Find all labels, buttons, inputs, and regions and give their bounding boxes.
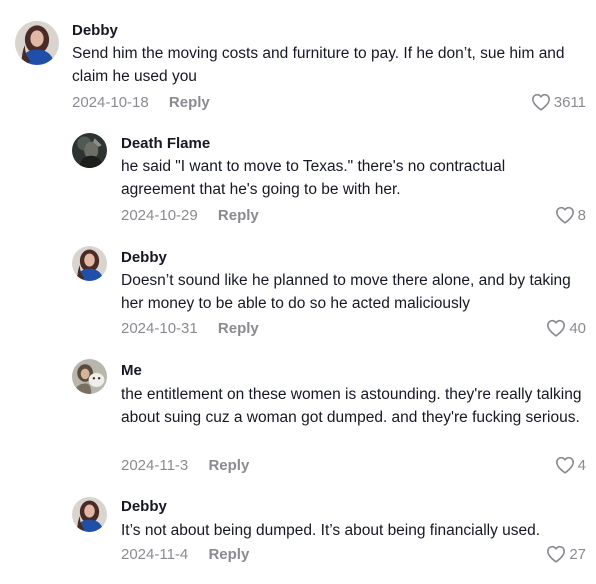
comment-username[interactable]: Debby xyxy=(121,498,167,515)
like-count: 4 xyxy=(577,456,586,474)
reply-button[interactable]: Reply xyxy=(169,94,210,111)
avatar-woman-blue-icon xyxy=(72,246,107,281)
comment-date: 2024-11-3 xyxy=(121,457,189,474)
comment-text: It’s not about being dumped. It’s about … xyxy=(121,522,541,539)
avatar-woman-blue-icon xyxy=(72,497,107,532)
like-count: 8 xyxy=(577,206,586,224)
comment-date: 2024-10-29 xyxy=(121,207,198,224)
avatar[interactable] xyxy=(15,21,59,65)
comment-reply: Debby Doesn’t sound like he planned to m… xyxy=(0,233,596,348)
heart-outline-icon xyxy=(546,545,566,563)
avatar-pet-photo-icon xyxy=(72,359,107,394)
comment: Debby Send him the moving costs and furn… xyxy=(0,0,596,118)
avatar[interactable] xyxy=(72,497,107,532)
comment-reply: Death Flame he said "I want to move to T… xyxy=(0,118,596,233)
comment-text: Doesn’t sound like he planned to move th… xyxy=(121,272,571,312)
reply-button[interactable]: Reply xyxy=(208,457,249,474)
avatar-dark-figure-icon xyxy=(72,133,107,168)
comment-text: he said "I want to move to Texas." there… xyxy=(121,158,506,198)
heart-outline-icon xyxy=(555,206,575,224)
comment-reply: Debby It’s not about being dumped. It’s … xyxy=(0,488,596,584)
avatar[interactable] xyxy=(72,246,107,281)
reply-button[interactable]: Reply xyxy=(218,320,259,337)
like-button[interactable]: 8 xyxy=(555,206,586,224)
comment-meta: 2024-10-31 Reply xyxy=(121,320,259,337)
comment-meta: 2024-10-29 Reply xyxy=(121,207,259,224)
like-count: 40 xyxy=(569,319,586,337)
comment-date: 2024-10-31 xyxy=(121,320,198,337)
heart-outline-icon xyxy=(531,93,551,111)
comment-username[interactable]: Debby xyxy=(121,249,167,266)
avatar[interactable] xyxy=(72,359,107,394)
like-count: 27 xyxy=(569,545,586,563)
comment-text: the entitlement on these women is astoun… xyxy=(121,386,582,426)
avatar-woman-blue-icon xyxy=(15,21,59,65)
comment-date: 2024-10-18 xyxy=(72,94,149,111)
reply-button[interactable]: Reply xyxy=(208,546,249,563)
like-button[interactable]: 40 xyxy=(546,319,586,337)
reply-button[interactable]: Reply xyxy=(218,207,259,224)
comment-text: Send him the moving costs and furniture … xyxy=(72,45,565,85)
avatar[interactable] xyxy=(72,133,107,168)
comment-date: 2024-11-4 xyxy=(121,546,189,563)
comment-reply: Me the entitlement on these women is ast… xyxy=(0,348,596,488)
heart-outline-icon xyxy=(546,319,566,337)
like-button[interactable]: 3611 xyxy=(531,93,586,111)
comment-username[interactable]: Death Flame xyxy=(121,135,210,152)
like-button[interactable]: 4 xyxy=(555,456,586,474)
heart-outline-icon xyxy=(555,456,575,474)
like-count: 3611 xyxy=(553,93,586,111)
like-button[interactable]: 27 xyxy=(546,545,586,563)
comment-username[interactable]: Me xyxy=(121,362,142,379)
comment-meta: 2024-11-3 Reply xyxy=(121,457,249,474)
comment-username[interactable]: Debby xyxy=(72,22,118,39)
comment-meta: 2024-10-18 Reply xyxy=(72,94,210,111)
comment-meta: 2024-11-4 Reply xyxy=(121,546,249,563)
